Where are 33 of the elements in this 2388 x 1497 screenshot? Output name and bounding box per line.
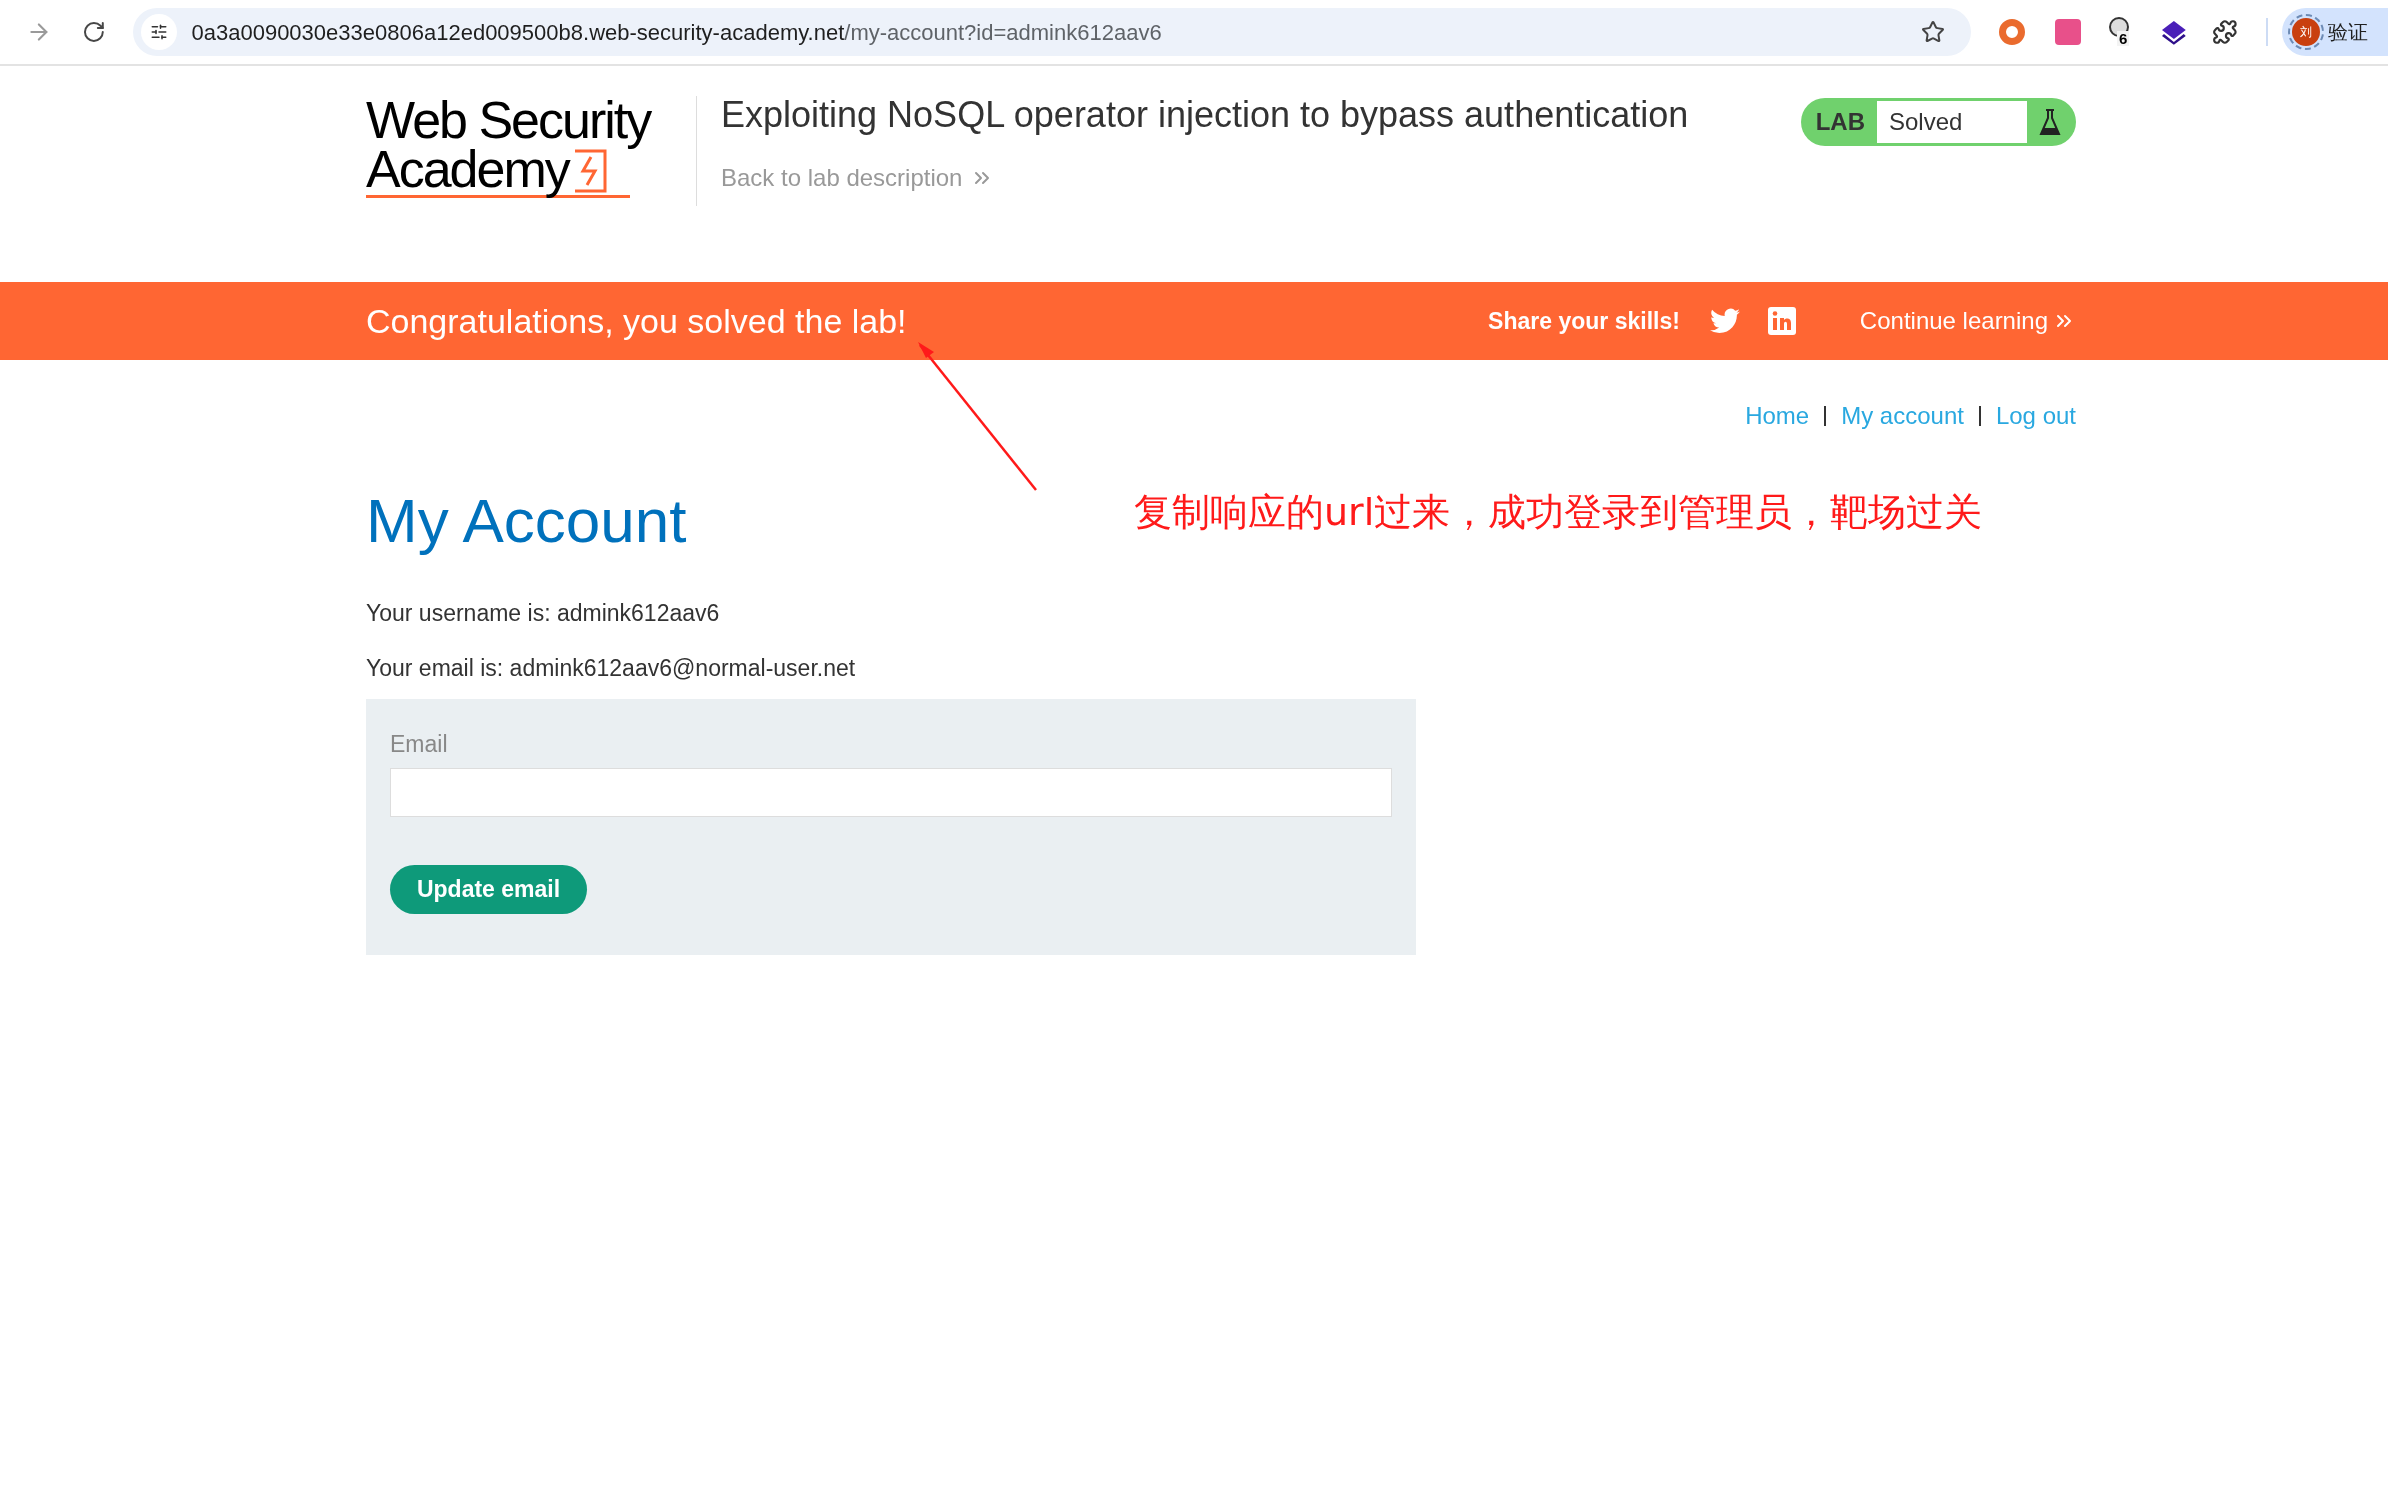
twitter-icon[interactable]: [1709, 308, 1740, 334]
continue-learning-link[interactable]: Continue learning: [1859, 303, 2076, 339]
lightning-logo-icon: [572, 148, 607, 193]
lab-label: LAB: [1814, 107, 1866, 137]
nav-link[interactable]: Home: [1745, 398, 1810, 434]
url-text: 0a3a0090030e33e0806a12ed009500b8.web-security-academy.net/my-account?id=admink612aav6: [191, 18, 1162, 47]
annotation-text: 复制响应的url过来，成功登录到管理员，靶场过关: [1134, 489, 1983, 536]
profile-avatar: 刘: [2292, 18, 2320, 46]
site-info-icon[interactable]: [141, 14, 178, 50]
layers-icon[interactable]: [2160, 19, 2187, 45]
profile-label: 验证: [2328, 20, 2368, 45]
email-label: Email: [390, 730, 449, 759]
email-input[interactable]: [390, 767, 1392, 817]
nav-link[interactable]: My account: [1841, 398, 1964, 434]
flask-icon: [2039, 108, 2061, 136]
lab-status: Solved: [1877, 101, 2027, 143]
linkedin-icon[interactable]: [1767, 307, 1796, 335]
nav-link[interactable]: Log out: [1995, 398, 2076, 434]
banner-message: Congratulations, you solved the lab!: [366, 300, 907, 342]
ring-icon[interactable]: [1999, 19, 2026, 45]
extensions-icon[interactable]: [2212, 19, 2239, 45]
reload-icon[interactable]: [81, 20, 106, 44]
email-text: Your email is: admink612aav6@normal-user.net: [366, 653, 857, 683]
extension-badge: 6: [2116, 31, 2130, 46]
profile-chip[interactable]: 刘 验证: [2282, 8, 2388, 56]
lab-title: Exploiting NoSQL operator injection to bypass authentication: [721, 93, 1689, 137]
share-label: Share your skills!: [1488, 306, 1680, 336]
back-to-lab-link[interactable]: Back to lab description: [721, 160, 1689, 196]
bookmark-star-icon[interactable]: [1921, 20, 1946, 44]
address-bar[interactable]: 0a3a0090030e33e0806a12ed009500b8.web-security-academy.net/my-account?id=admink612aav6: [133, 8, 1972, 56]
username-text: Your username is: admink612aav6: [366, 599, 721, 628]
academy-logo[interactable]: Web Security Academy: [366, 96, 666, 198]
update-email-button[interactable]: Update email: [390, 864, 587, 914]
